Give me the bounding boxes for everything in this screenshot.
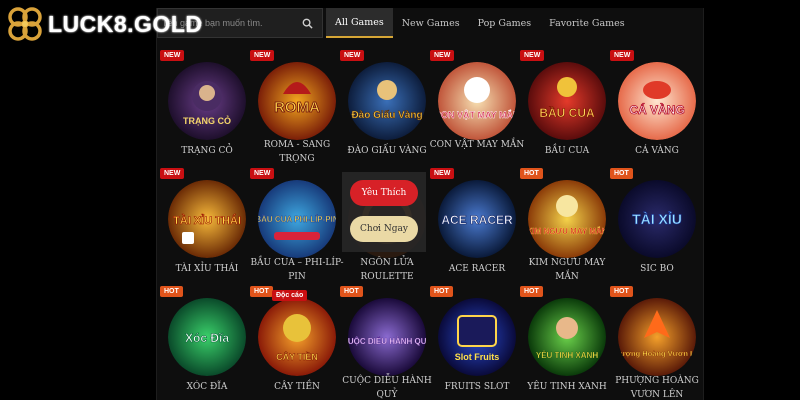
game-art-text: TÀI XỈU [632, 211, 682, 227]
game-thumbnail: CÂY TIỀN [258, 298, 336, 376]
badge-new: NEW [340, 50, 365, 61]
badge-new: NEW [430, 168, 455, 179]
game-name: XÓC ĐĨA [186, 382, 228, 392]
game-name: TÀI XỈU THÁI [175, 264, 239, 274]
game-name: KIM NGƯU MAY MẮN [528, 258, 606, 282]
game-art-text: YÊU TINH XANH [536, 351, 598, 360]
game-thumbnail: TRẠNG CỎ [168, 62, 246, 140]
badge-new: NEW [430, 50, 455, 61]
game-hover-menu: Yêu Thích Chơi Ngay [342, 172, 426, 252]
game-name: SIC BO [640, 264, 674, 274]
game-name: ACE RACER [448, 264, 506, 274]
search-icon [302, 18, 313, 29]
badge-hot: HOT [610, 168, 633, 179]
game-name: BẦU CUA [544, 146, 590, 156]
clover-logo-icon [6, 6, 44, 42]
badge-hot: HOT [430, 286, 453, 297]
game-thumbnail: ROMA [258, 62, 336, 140]
badge-hot: HOT [160, 286, 183, 297]
game-name: ROMA - SANG TRỌNG [263, 140, 331, 164]
badge-new: NEW [160, 168, 185, 179]
game-art-text: Phượng Hoàng Vươn Lên [618, 349, 696, 358]
badge-new: NEW [160, 50, 185, 61]
badge-hot: HOT [250, 286, 273, 297]
game-thumbnail: Xóc Đĩa [168, 298, 246, 376]
badge-new: NEW [520, 50, 545, 61]
badge-hot: HOT [340, 286, 363, 297]
game-thumbnail: Phượng Hoàng Vươn Lên [618, 298, 696, 376]
badge-hot: HOT [520, 168, 543, 179]
game-art-text: CÁ VÀNG [629, 102, 684, 117]
game-art-text: CUỘC DIỄU HÀNH QUỶ [348, 337, 426, 346]
game-art-text: TÀI XỈU THÁI [173, 214, 241, 227]
brand-name: LUCK8.GOLD [48, 10, 203, 37]
tab-all-games[interactable]: All Games [326, 8, 393, 38]
tab-pop-games[interactable]: Pop Games [469, 8, 541, 38]
game-thumbnail: Đào Giấu Vàng [348, 62, 426, 140]
game-name: ĐÀO GIẤU VÀNG [347, 146, 427, 156]
game-art-text: ACE RACER [441, 213, 513, 227]
tab-new-games[interactable]: New Games [393, 8, 469, 38]
game-name: CÁ VÀNG [635, 146, 679, 156]
game-thumbnail: CÁ VÀNG [618, 62, 696, 140]
game-name: NGÔN LỬA ROULETTE [360, 258, 414, 282]
tab-favorite-games[interactable]: Favorite Games [540, 8, 634, 38]
badge-hot: HOT [610, 286, 633, 297]
game-art-text: KIM NGƯU MAY MẮN [528, 227, 606, 236]
game-lobby-panel: All Games New Games Pop Games Favorite G… [156, 8, 704, 400]
badge-new: NEW [250, 50, 275, 61]
game-thumbnail: KIM NGƯU MAY MẮN [528, 180, 606, 258]
game-art-text: Slot Fruits [455, 352, 500, 362]
game-thumbnail: BẦU CUA [528, 62, 606, 140]
game-name: FRUITS SLOT [444, 382, 510, 392]
badge-exclusive: Độc cáo [272, 290, 308, 301]
game-name: CÂY TIỀN [274, 382, 320, 392]
game-art-text: BẦU CUA [539, 105, 595, 120]
game-thumbnail: CUỘC DIỄU HÀNH QUỶ [348, 298, 426, 376]
game-art-text: Xóc Đĩa [185, 331, 229, 345]
game-name: BẦU CUA – PHI-LÍP-PIN [250, 258, 344, 282]
game-name: YÊU TINH XANH [527, 382, 607, 392]
badge-hot: HOT [520, 286, 543, 297]
game-art-text: TRẠNG CỎ [183, 115, 231, 126]
game-name: PHƯỢNG HOÀNG VƯƠN LÊN [615, 376, 699, 400]
game-thumbnail: TÀI XỈU [618, 180, 696, 258]
game-art-text: CÂY TIỀN [276, 351, 318, 362]
game-name: CON VẬT MAY MẮN [429, 140, 525, 150]
favorite-button[interactable]: Yêu Thích [350, 180, 418, 206]
game-art-text: ROMA [274, 99, 320, 116]
game-thumbnail: TÀI XỈU THÁI [168, 180, 246, 258]
game-art-text: CON VẬT MAY MẮN [438, 109, 516, 120]
badge-new: NEW [610, 50, 635, 61]
game-tabs: All Games New Games Pop Games Favorite G… [326, 8, 634, 38]
brand-logo[interactable]: LUCK8.GOLD [6, 4, 203, 44]
search-button[interactable] [293, 9, 321, 37]
game-art-text: Đào Giấu Vàng [351, 109, 422, 121]
game-thumbnail: Slot Fruits [438, 298, 516, 376]
game-name: CUỘC DIỄU HÀNH QUỶ [342, 376, 432, 400]
game-thumbnail: ACE RACER [438, 180, 516, 258]
game-art-text: BẦU CUA PHI-LÍP-PIN [258, 214, 336, 224]
game-thumbnail: YÊU TINH XANH [528, 298, 606, 376]
game-name: TRẠNG CỎ [181, 146, 233, 156]
game-thumbnail: CON VẬT MAY MẮN [438, 62, 516, 140]
play-now-button[interactable]: Chơi Ngay [350, 216, 418, 242]
game-thumbnail: BẦU CUA PHI-LÍP-PIN [258, 180, 336, 258]
badge-new: NEW [250, 168, 275, 179]
